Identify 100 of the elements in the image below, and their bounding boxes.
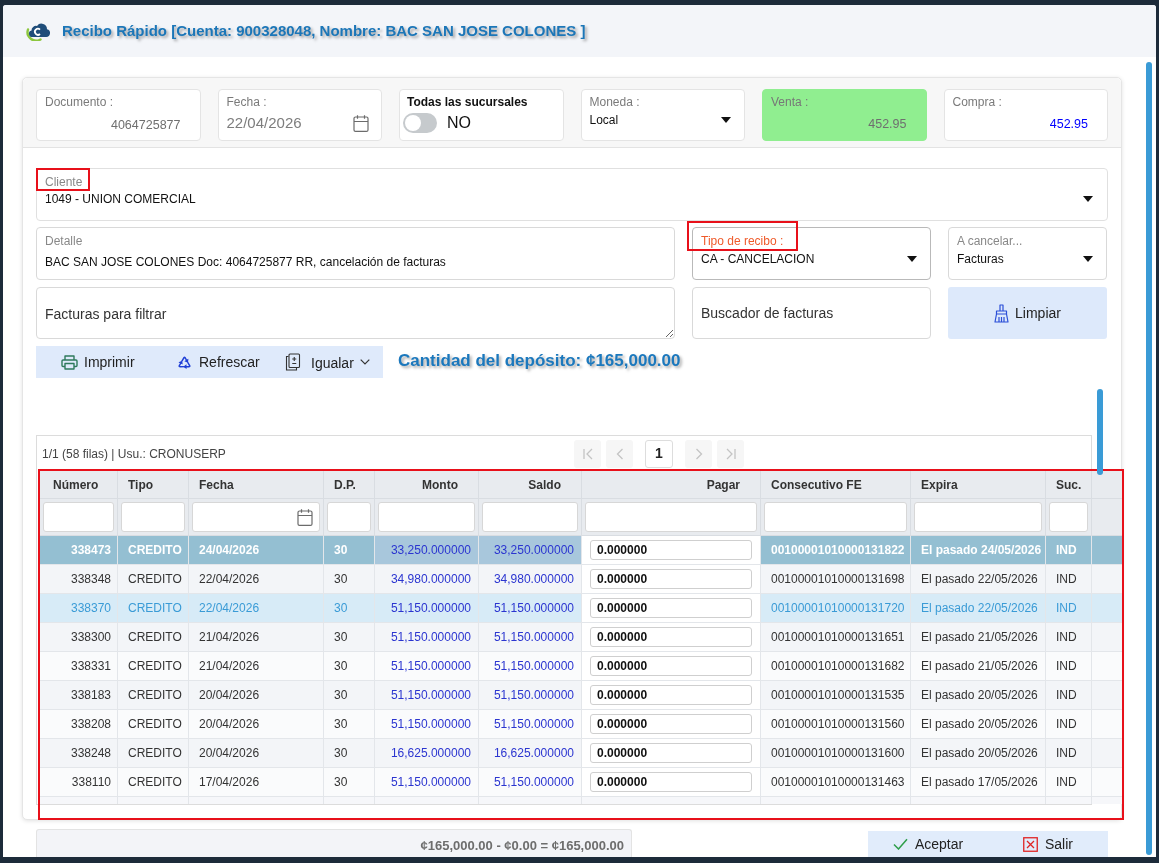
column-header[interactable]: Fecha [189,471,324,498]
payment-input[interactable]: 0.000000 [590,598,752,618]
table-cell: 30 [324,681,375,709]
table-cell: El pasado 17/05/2026 [911,768,1046,796]
payment-input[interactable]: 0.000000 [590,569,752,589]
date-filter-field[interactable] [192,502,320,532]
filter-field[interactable]: Facturas para filtrar [36,287,675,339]
table-cell: 21/04/2026 [189,652,324,680]
search-field[interactable]: Buscador de facturas [692,287,931,339]
table-cell: 51,150.000000 [375,681,479,709]
table-cell: 51,150.000000 [375,768,479,796]
table-cell: 30 [324,768,375,796]
toggle-switch[interactable] [403,113,437,133]
column-header[interactable]: Suc. [1046,471,1092,498]
table-cell: 00100001010000131560 [761,710,911,738]
client-select[interactable]: Cliente 1049 - UNION COMERCIAL [36,168,1108,221]
table-row[interactable]: 338183 CREDITO 20/04/2026 30 51,150.000000 51,150.000000 0.000000 00100001010000131535 El pasado 20/05/2026 IND [40,681,1122,710]
column-header[interactable]: D.P. [324,471,375,498]
table-cell: 00100001010000131822 [761,536,911,564]
table-cell: 30 [324,739,375,767]
check-icon [892,838,908,850]
column-header[interactable]: Saldo [479,471,582,498]
filter-input[interactable] [378,502,475,532]
table-cell: 00100001010000131698 [761,565,911,593]
table-cell: 33,250.000000 [479,536,582,564]
match-button[interactable]: Igualar [285,346,370,378]
filter-input[interactable] [482,502,578,532]
payment-input[interactable]: 0.000000 [590,627,752,647]
payment-input[interactable]: 0.000000 [590,656,752,676]
field-value: Local [589,112,619,128]
table-cell: 24/04/2026 [189,536,324,564]
calendar-icon[interactable] [297,508,313,526]
table-cell: IND [1046,536,1092,564]
column-header[interactable]: Tipo [118,471,189,498]
scrollbar-thumb[interactable] [1097,389,1103,475]
filter-input[interactable] [327,502,371,532]
field-value: BAC SAN JOSE COLONES Doc: 4064725877 RR, cancelación de facturas [45,254,446,270]
payment-input[interactable]: 0.000000 [590,772,752,792]
table-cell: El pasado 24/05/2026 [911,536,1046,564]
column-header[interactable]: Expira [911,471,1046,498]
table-cell: 22/04/2026 [189,594,324,622]
detail-field[interactable]: Detalle BAC SAN JOSE COLONES Doc: 4064725877 RR, cancelación de facturas [36,227,675,280]
field-value: 4064725877 [110,117,181,133]
filter-input[interactable] [764,502,907,532]
clear-button[interactable]: Limpiar [948,287,1107,339]
column-header[interactable]: Pagar [582,471,761,498]
table-row[interactable]: 338331 CREDITO 21/04/2026 30 51,150.000000 51,150.000000 0.000000 00100001010000131682 El pasado 21/05/2026 IND [40,652,1122,681]
filter-input[interactable] [121,502,185,532]
table-cell: El pasado 22/05/2026 [911,565,1046,593]
select-field[interactable]: Moneda : Local [580,89,745,141]
accept-button[interactable]: Aceptar [868,831,988,857]
payment-input[interactable]: 0.000000 [590,743,752,763]
table-cell: CREDITO [118,739,189,767]
caret-down-icon[interactable] [721,117,731,123]
table-row[interactable]: 338348 CREDITO 22/04/2026 30 34,980.000000 34,980.000000 0.000000 00100001010000131698 El pasado 22/05/2026 IND [40,565,1122,594]
field-label: Tipo de recibo : [701,233,784,249]
caret-down-icon[interactable] [907,256,917,262]
number-field[interactable]: Documento : 4064725877 [36,89,201,141]
table-row[interactable]: 338248 CREDITO 20/04/2026 30 16,625.000000 16,625.000000 0.000000 00100001010000131600 El pasado 20/05/2026 IND [40,739,1122,768]
table-cell: 30 [324,623,375,651]
field-value: CA - CANCELACION [701,251,815,267]
table-cell: 20/04/2026 [189,710,324,738]
table-cell: 22/04/2026 [189,565,324,593]
table-row[interactable]: 338473 CREDITO 24/04/2026 30 33,250.000000 33,250.000000 0.000000 00100001010000131822 El pasado 24/05/2026 IND [40,536,1122,565]
column-header[interactable]: Número [40,471,118,498]
table-cell: CREDITO [118,623,189,651]
column-header[interactable]: Consecutivo FE [761,471,911,498]
payment-input[interactable]: 0.000000 [590,714,752,734]
filter-input[interactable] [1049,502,1088,532]
table-cell: 338370 [40,594,118,622]
table-cell: CREDITO [118,594,189,622]
table-cell: IND [1046,565,1092,593]
exit-button[interactable]: Salir [988,831,1108,857]
table-row[interactable]: 338370 CREDITO 22/04/2026 30 51,150.000000 51,150.000000 0.000000 00100001010000131720 El pasado 22/05/2026 IND [40,594,1122,623]
caret-down-icon[interactable] [1083,196,1093,202]
print-button[interactable]: Imprimir [61,346,176,378]
table-row[interactable]: 338300 CREDITO 21/04/2026 30 51,150.000000 51,150.000000 0.000000 00100001010000131651 El pasado 21/05/2026 IND [40,623,1122,652]
payment-input[interactable]: 0.000000 [590,685,752,705]
table-row[interactable]: 338110 CREDITO 17/04/2026 30 51,150.000000 51,150.000000 0.000000 00100001010000131463 El pasado 17/05/2026 IND [40,768,1122,797]
field-label: A cancelar... [957,233,1023,249]
first-page-icon [581,447,594,460]
filter-input[interactable] [43,502,114,532]
page-button[interactable]: 1 [645,439,673,468]
field-value: 452.95 [868,116,907,132]
date-field[interactable]: Fecha : 22/04/2026 [217,89,382,141]
filter-input[interactable] [914,502,1042,532]
calendar-icon[interactable] [353,114,369,132]
field-label: Detalle [45,233,83,249]
table-row[interactable]: 338208 CREDITO 20/04/2026 30 51,150.000000 51,150.000000 0.000000 00100001010000131560 El pasado 20/05/2026 IND [40,710,1122,739]
table-cell: El pasado 20/05/2026 [911,681,1046,709]
scrollbar-thumb[interactable] [1146,62,1152,855]
table-cell: 30 [324,710,375,738]
filter-input[interactable] [585,502,757,532]
caret-down-icon[interactable] [1083,256,1093,262]
column-header[interactable]: Monto [375,471,479,498]
refresh-button[interactable]: Refrescar [176,346,285,378]
table-cell: 21/04/2026 [189,623,324,651]
table-cell: 51,150.000000 [375,623,479,651]
cancel-type-select[interactable]: A cancelar... Facturas [948,227,1107,280]
payment-input[interactable]: 0.000000 [590,540,752,560]
